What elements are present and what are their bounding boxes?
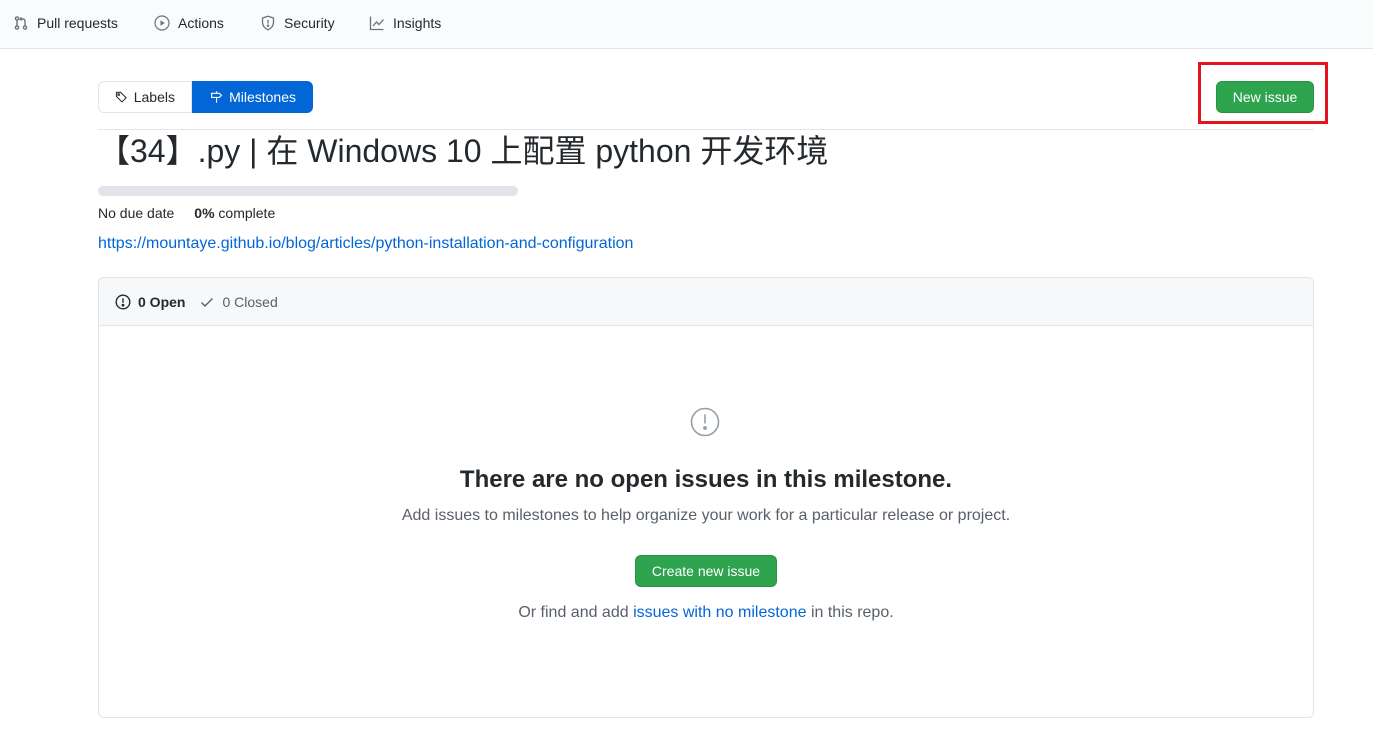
create-new-issue-button[interactable]: Create new issue [635,555,777,587]
blankslate-footer: Or find and add issues with no milestone… [99,604,1313,622]
issue-opened-large-icon [690,407,720,437]
issues-no-milestone-link[interactable]: issues with no milestone [633,604,806,621]
issue-opened-icon [115,293,131,310]
nav-security-label: Security [284,15,335,31]
due-date: No due date [98,205,175,221]
blankslate-title: There are no open issues in this milesto… [459,466,953,493]
labels-milestones-subnav: Labels Milestones [98,81,313,113]
blankslate-description: Add issues to milestones to help organiz… [401,507,1011,524]
complete-label: complete [218,205,276,221]
shield-icon [261,15,275,31]
milestones-tab-label: Milestones [229,89,296,105]
nav-security[interactable]: Security [260,0,335,46]
milestone-description-link[interactable]: https://mountaye.github.io/blog/articles… [98,235,633,253]
milestone-icon [211,91,223,103]
open-count: 0 Open [138,293,186,310]
repo-nav: Pull requests Actions Security Insights [0,0,1373,49]
percent-value: 0% [194,205,215,221]
issues-box: 0 Open 0 Closed There are no open issues… [98,277,1314,718]
graph-icon [369,16,384,31]
percent-complete: 0% complete [194,205,275,221]
open-issues-filter[interactable]: 0 Open [115,294,185,310]
nav-actions[interactable]: Actions [154,0,224,46]
play-icon [154,15,170,31]
closed-count: 0 Closed [222,293,278,310]
nav-insights[interactable]: Insights [369,0,441,46]
closed-issues-filter[interactable]: 0 Closed [199,293,278,310]
check-icon [201,297,214,307]
milestone-meta: No due date 0% complete [98,205,275,221]
nav-pull-requests-label: Pull requests [37,15,118,31]
nav-insights-label: Insights [393,15,442,31]
footer-suffix: in this repo. [810,604,894,621]
labels-tab-label: Labels [133,89,175,105]
milestones-tab[interactable]: Milestones [192,81,313,113]
tag-icon [115,91,127,103]
milestone-title: 【34】.py | 在 Windows 10 上配置 python 开发环境 [98,133,829,169]
new-issue-button[interactable]: New issue [1216,81,1314,113]
footer-prefix: Or find and add [518,604,629,621]
issues-box-header: 0 Open 0 Closed [99,278,1313,326]
git-pull-request-icon [14,16,28,30]
progress-bar [98,186,518,196]
nav-actions-label: Actions [178,15,224,31]
labels-tab[interactable]: Labels [98,81,192,113]
nav-pull-requests[interactable]: Pull requests [13,0,118,46]
